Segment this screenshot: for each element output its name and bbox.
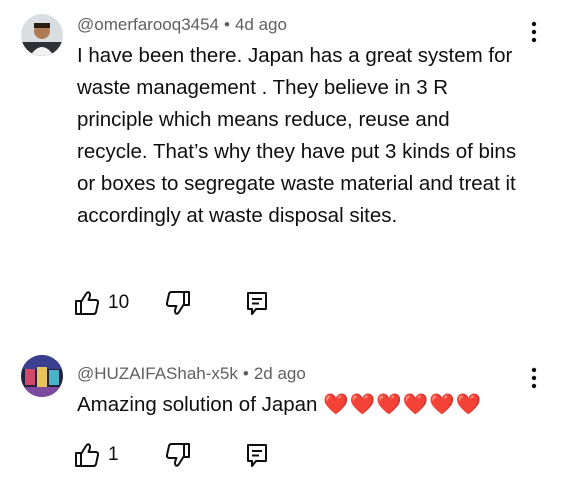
author-name[interactable]: @omerfarooq3454 — [77, 15, 219, 34]
reply-button[interactable] — [243, 438, 271, 472]
comment-time[interactable]: 4d ago — [235, 15, 287, 34]
dislike-icon — [163, 440, 193, 470]
meta-separator: • — [224, 15, 230, 34]
comment-text: I have been there. Japan has a great sys… — [77, 44, 517, 227]
heart-emoji: ❤️❤️❤️❤️❤️❤️ — [323, 393, 483, 416]
comment-actions: 1 — [72, 438, 372, 472]
more-vert-icon[interactable] — [524, 18, 544, 46]
comment-meta: @omerfarooq3454 • 4d ago — [77, 15, 287, 35]
dislike-button[interactable] — [163, 438, 193, 472]
dislike-icon — [163, 288, 193, 318]
author-name[interactable]: @HUZAIFAShah-x5k — [77, 364, 238, 383]
comment-time[interactable]: 2d ago — [254, 364, 306, 383]
user-avatar[interactable] — [21, 355, 63, 397]
comment-text-row: Amazing solution of Japan ❤️❤️❤️❤️❤️❤️ — [77, 389, 537, 421]
comment-actions: 10 — [72, 286, 372, 320]
more-vert-icon[interactable] — [524, 364, 544, 392]
meta-separator: • — [242, 364, 249, 383]
comment-meta: @HUZAIFAShah-x5k • 2d ago — [77, 364, 306, 384]
like-icon — [72, 288, 102, 318]
like-count: 1 — [108, 444, 119, 465]
like-count: 10 — [108, 292, 130, 313]
reply-icon — [243, 288, 271, 318]
dislike-button[interactable] — [163, 286, 193, 320]
like-button[interactable]: 1 — [72, 438, 119, 472]
reply-button[interactable] — [243, 286, 271, 320]
user-avatar[interactable] — [21, 14, 63, 56]
reply-icon — [243, 440, 271, 470]
like-icon — [72, 440, 102, 470]
like-button[interactable]: 10 — [72, 286, 129, 320]
comment-text: Amazing solution of Japan — [77, 393, 318, 416]
